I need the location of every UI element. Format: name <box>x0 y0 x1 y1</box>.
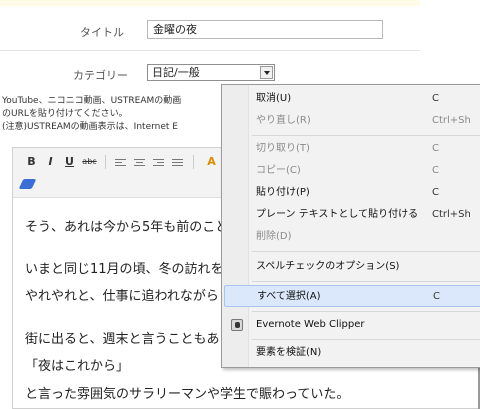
row-divider <box>0 50 420 51</box>
title-input[interactable]: 金曜の夜 <box>147 20 383 39</box>
menu-item-label: 削除(D) <box>256 231 292 242</box>
menu-item-label: スペルチェックのオプション(S) <box>256 261 400 272</box>
title-label: タイトル <box>80 26 124 39</box>
menu-separator <box>252 135 480 136</box>
menu-item-evernote[interactable]: Evernote Web Clipper <box>224 314 480 336</box>
italic-button[interactable]: I <box>42 154 59 170</box>
editor-line: と言った雰囲気のサラリーマンや学生で賑わっていた。 <box>25 387 350 402</box>
editor-line: いまと同じ11月の頃、冬の訪れを <box>25 262 224 277</box>
menu-item-paste-plain[interactable]: プレーン テキストとして貼り付ける Ctrl+Sh <box>224 204 480 226</box>
menu-item-shortcut: C <box>432 93 439 104</box>
menu-item-label: コピー(C) <box>256 165 301 176</box>
chevron-down-icon[interactable] <box>260 66 273 79</box>
menu-item-redo[interactable]: やり直し(R) Ctrl+Sh <box>224 110 480 132</box>
video-note-line2: のURLを貼り付けてください。 <box>2 109 128 119</box>
menu-item-label: 切り取り(T) <box>256 143 310 154</box>
menu-item-label: 貼り付け(P) <box>256 187 310 198</box>
align-justify-icon[interactable] <box>172 159 183 168</box>
evernote-elephant-icon <box>231 319 243 331</box>
menu-separator <box>252 311 480 312</box>
menu-item-shortcut: Ctrl+Sh <box>432 115 471 126</box>
menu-item-shortcut: C <box>432 187 439 198</box>
bold-button[interactable]: B <box>23 154 40 170</box>
video-note-line3: (注意)USTREAMの動画表示は、Internet E <box>2 122 178 132</box>
menu-item-shortcut: C <box>432 143 439 154</box>
menu-item-shortcut: C <box>432 165 439 176</box>
editor-line: やれやれと、仕事に追われながら <box>25 289 219 304</box>
video-note-line1: YouTube、ニコニコ動画、USTREAMの動画 <box>2 96 182 106</box>
category-select-value: 日記/一般 <box>152 66 200 79</box>
menu-item-label: プレーン テキストとして貼り付ける <box>256 209 419 220</box>
header-band <box>0 0 420 6</box>
editor-line: そう、あれは今から5年も前のこと <box>25 220 229 235</box>
menu-item-label: すべて選択(A) <box>257 291 321 302</box>
menu-item-inspect-element[interactable]: 要素を検証(N) <box>224 342 480 364</box>
menu-item-cut[interactable]: 切り取り(T) C <box>224 138 480 160</box>
menu-separator <box>252 251 480 252</box>
editor-line: 街に出ると、週末と言うこともあり <box>25 332 233 347</box>
align-left-icon[interactable] <box>115 159 126 168</box>
eraser-icon[interactable] <box>18 179 37 189</box>
context-menu: 取消(U) C やり直し(R) Ctrl+Sh 切り取り(T) C コピー(C)… <box>221 84 480 368</box>
menu-item-spellcheck-options[interactable]: スペルチェックのオプション(S) <box>224 256 480 278</box>
menu-item-undo[interactable]: 取消(U) C <box>224 88 480 110</box>
menu-item-shortcut: Ctrl+Sh <box>432 209 471 220</box>
toolbar-divider <box>105 155 106 169</box>
menu-item-delete[interactable]: 削除(D) <box>224 226 480 248</box>
menu-item-label: 取消(U) <box>256 93 292 104</box>
menu-item-label: Evernote Web Clipper <box>256 319 365 330</box>
menu-item-copy[interactable]: コピー(C) C <box>224 160 480 182</box>
menu-separator <box>252 339 480 340</box>
menu-item-shortcut: C <box>433 291 440 302</box>
font-color-button[interactable]: A <box>203 154 220 170</box>
toolbar-divider <box>193 155 194 169</box>
category-label: カテゴリー <box>73 69 128 82</box>
category-select[interactable]: 日記/一般 <box>147 64 275 81</box>
align-right-icon[interactable] <box>153 159 164 168</box>
menu-separator <box>252 281 480 282</box>
underline-button[interactable]: U <box>61 154 78 170</box>
menu-item-paste[interactable]: 貼り付け(P) C <box>224 182 480 204</box>
menu-item-label: やり直し(R) <box>256 115 311 126</box>
strikethrough-button[interactable]: abc <box>81 154 98 170</box>
editor-line: 「夜はこれから」 <box>25 359 130 374</box>
align-center-icon[interactable] <box>134 159 145 168</box>
menu-item-select-all[interactable]: すべて選択(A) C <box>224 285 480 307</box>
menu-item-label: 要素を検証(N) <box>256 347 322 358</box>
